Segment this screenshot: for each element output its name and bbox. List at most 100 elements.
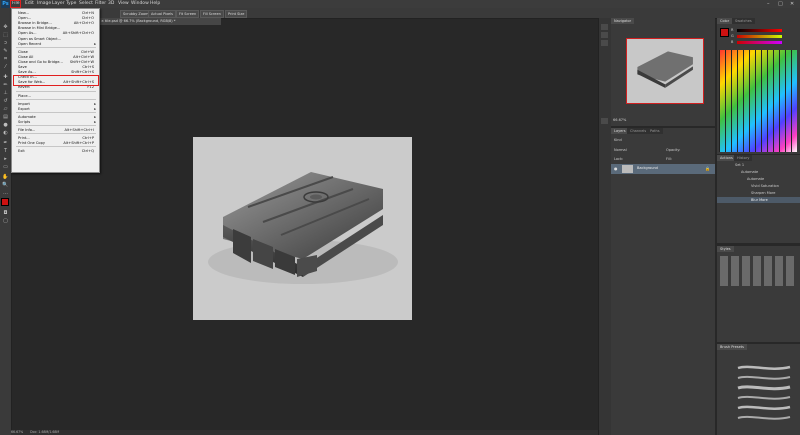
layer-kind-filter[interactable]: Kind xyxy=(614,138,622,142)
minimize-icon[interactable]: – xyxy=(767,1,770,7)
hand-tool-icon[interactable]: ✋ xyxy=(2,174,9,180)
quick-select-tool-icon[interactable]: ✎ xyxy=(2,48,9,54)
history-brush-tool-icon[interactable]: ↺ xyxy=(2,98,9,104)
fit-screen-button[interactable]: Fit Screen xyxy=(176,10,200,18)
actual-pixels-button[interactable]: Actual Pixels xyxy=(148,10,176,18)
file-menu-highlight xyxy=(10,0,21,8)
menu-select[interactable]: Select xyxy=(79,1,93,6)
lasso-tool-icon[interactable]: ↄ xyxy=(2,40,9,46)
menu-item-place[interactable]: Place... xyxy=(12,93,99,99)
eye-icon[interactable]: ● xyxy=(614,166,618,171)
action-row[interactable]: Sharpen More xyxy=(751,191,775,195)
brush-tool-icon[interactable]: ✏ xyxy=(2,82,9,88)
menu-3d[interactable]: 3D xyxy=(108,1,114,6)
menu-filter[interactable]: Filter xyxy=(95,1,106,6)
tab-channels[interactable]: Channels xyxy=(627,128,650,134)
properties-panel-icon[interactable] xyxy=(601,32,608,38)
menu-image[interactable]: Image xyxy=(37,1,51,6)
wooden-planks-artwork xyxy=(208,172,398,284)
menu-edit[interactable]: Edit xyxy=(25,1,34,6)
menu-item-label: Open Recent xyxy=(18,41,42,46)
history-panel-icon[interactable] xyxy=(601,24,608,30)
menu-item-scripts[interactable]: Scripts ▸ xyxy=(12,119,99,125)
tab-color[interactable]: Color xyxy=(717,18,733,24)
info-panel-icon[interactable] xyxy=(601,40,608,46)
navigator-zoom[interactable]: 66.67% xyxy=(613,118,626,122)
navigator-preview[interactable] xyxy=(626,38,704,104)
path-select-tool-icon[interactable]: ▸ xyxy=(2,156,9,162)
quick-mask-icon[interactable]: ◘ xyxy=(2,210,9,216)
layer-row-background[interactable]: ● Background 🔒 xyxy=(611,164,715,174)
move-tool-icon[interactable]: ✥ xyxy=(2,24,9,30)
gradient-tool-icon[interactable]: ▤ xyxy=(2,114,9,120)
slider-g[interactable] xyxy=(737,35,782,38)
layer-thumbnail xyxy=(622,165,633,173)
crop-tool-icon[interactable]: ⌗ xyxy=(2,56,9,62)
edit-toolbar-icon[interactable]: … xyxy=(2,190,9,196)
blend-mode-select[interactable]: Normal xyxy=(614,148,627,152)
menu-separator xyxy=(16,146,96,148)
action-row[interactable]: Vivid Saturation xyxy=(751,184,779,188)
close-icon[interactable]: ✕ xyxy=(790,1,794,7)
menu-layer[interactable]: Layer xyxy=(52,1,65,6)
print-size-button[interactable]: Print Size xyxy=(225,10,248,18)
menu-item-exit[interactable]: Exit Ctrl+Q xyxy=(12,148,99,154)
document-canvas[interactable] xyxy=(193,137,412,320)
menu-item-print-one-copy[interactable]: Print One Copy Alt+Shift+Ctrl+P xyxy=(12,140,99,146)
styles-grid[interactable] xyxy=(720,256,796,286)
tab-actions[interactable]: Actions xyxy=(717,155,736,161)
character-panel-icon[interactable] xyxy=(601,118,608,124)
status-zoom[interactable]: 66.67% xyxy=(11,430,23,434)
tab-history[interactable]: History xyxy=(734,155,753,161)
tab-paths[interactable]: Paths xyxy=(647,128,663,134)
document-tab[interactable]: × tile.psd @ 66.7% (Background, RGB/8) * xyxy=(98,18,221,25)
blur-tool-icon[interactable]: ● xyxy=(2,122,9,128)
menu-view[interactable]: View xyxy=(118,1,129,6)
fill-screen-button[interactable]: Fill Screen xyxy=(200,10,224,18)
file-menu-dropdown: New... Ctrl+N Open... Ctrl+O Browse in Bridg… xyxy=(11,8,100,173)
slider-r[interactable] xyxy=(737,29,782,32)
screen-mode-icon[interactable]: ▢ xyxy=(2,218,9,224)
navigator-panel: Navigator 66.67% xyxy=(611,18,715,126)
action-row-label: Blur More xyxy=(751,198,768,202)
scrubby-zoom-checkbox[interactable]: Scrubby Zoom xyxy=(120,10,152,18)
menu-item-shortcut: Ctrl+Q xyxy=(81,149,94,154)
menu-window[interactable]: Window xyxy=(131,1,149,6)
menu-item-label: Export xyxy=(18,106,30,111)
foreground-color-swatch[interactable] xyxy=(1,198,9,206)
slider-b[interactable] xyxy=(737,41,782,44)
tab-styles[interactable]: Styles xyxy=(717,246,734,252)
action-row[interactable]: Set 1 xyxy=(735,163,744,167)
menu-item-open-recent[interactable]: Open Recent ▸ xyxy=(12,41,99,47)
color-foreground-chip[interactable] xyxy=(720,28,729,37)
tab-brush-presets[interactable]: Brush Presets xyxy=(717,344,747,350)
tab-layers[interactable]: Layers xyxy=(611,128,629,134)
healing-brush-tool-icon[interactable]: ✚ xyxy=(2,74,9,80)
swatches-grid[interactable] xyxy=(719,50,797,152)
action-row[interactable]: Automate xyxy=(747,177,764,181)
zoom-tool-icon[interactable]: 🔍 xyxy=(2,182,9,188)
marquee-tool-icon[interactable]: ⬚ xyxy=(2,32,9,38)
menu-item-export[interactable]: Export ▸ xyxy=(12,106,99,112)
tab-navigator[interactable]: Navigator xyxy=(611,18,635,24)
action-row-selected[interactable]: Blur More xyxy=(717,197,800,203)
shape-tool-icon[interactable]: ▭ xyxy=(2,164,9,170)
maximize-icon[interactable]: □ xyxy=(778,1,783,7)
type-tool-icon[interactable]: T xyxy=(2,148,9,154)
lock-label: Lock: xyxy=(614,157,624,161)
menu-item-file-info[interactable]: File Info... Alt+Shift+Ctrl+I xyxy=(12,127,99,133)
eyedropper-tool-icon[interactable]: ⁄ xyxy=(2,64,9,70)
dodge-tool-icon[interactable]: ◐ xyxy=(2,130,9,136)
menu-help[interactable]: Help xyxy=(150,1,160,6)
channel-g-label: G xyxy=(731,34,734,38)
navigator-thumbnail xyxy=(637,51,693,88)
color-panel: Color Swatches R G B xyxy=(717,18,800,154)
tab-swatches[interactable]: Swatches xyxy=(732,18,755,24)
pen-tool-icon[interactable]: ✒ xyxy=(2,140,9,146)
layer-name[interactable]: Background xyxy=(637,166,658,170)
action-row[interactable]: Automate xyxy=(741,170,758,174)
eraser-tool-icon[interactable]: ▱ xyxy=(2,106,9,112)
brush-stroke-previews[interactable] xyxy=(720,362,796,432)
menu-type[interactable]: Type xyxy=(66,1,76,6)
clone-stamp-tool-icon[interactable]: ⊥ xyxy=(2,90,9,96)
